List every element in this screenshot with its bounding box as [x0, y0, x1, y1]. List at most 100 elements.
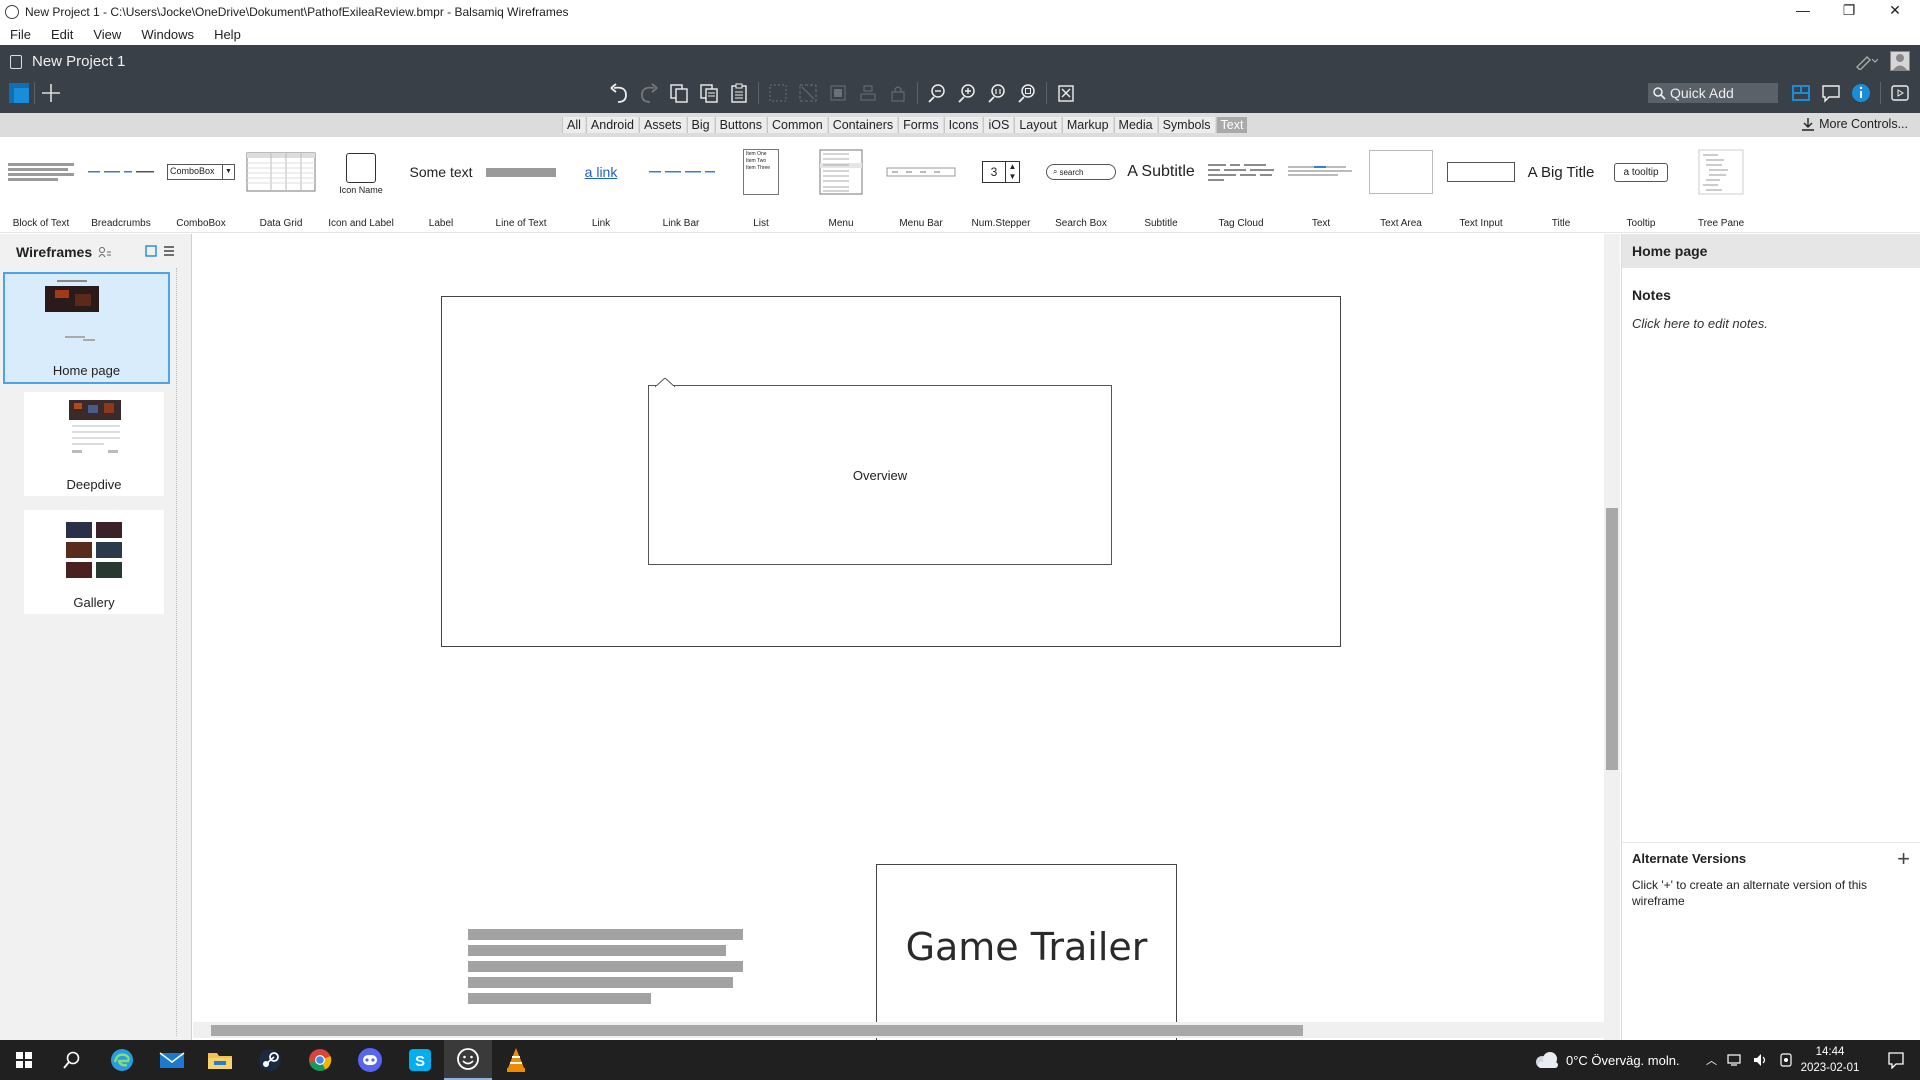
- menu-edit[interactable]: Edit: [41, 27, 83, 42]
- pencil-icon[interactable]: [1854, 52, 1878, 70]
- page-thumb-home[interactable]: Home page: [3, 272, 170, 384]
- lib-search-box[interactable]: ⌕ search Search Box: [1042, 147, 1120, 229]
- zoom-in-icon[interactable]: [955, 81, 979, 105]
- close-button[interactable]: ✕: [1872, 0, 1918, 23]
- lib-menu[interactable]: Menu: [802, 147, 880, 229]
- lib-subtitle[interactable]: A Subtitle Subtitle: [1122, 147, 1200, 229]
- category-icons[interactable]: Icons: [943, 117, 983, 133]
- duplicate-icon[interactable]: [667, 81, 691, 105]
- page-thumb-gallery[interactable]: Gallery: [24, 510, 164, 614]
- canvas-horizontal-scrollbar[interactable]: [193, 1022, 1604, 1038]
- wireframe-canvas[interactable]: Overview Game Trailer: [193, 234, 1603, 1040]
- device-icon[interactable]: [1779, 1053, 1793, 1067]
- lib-text-area[interactable]: Text Area: [1362, 147, 1440, 229]
- navigator-icon[interactable]: [1789, 81, 1813, 105]
- lib-link[interactable]: a link Link: [562, 147, 640, 229]
- discord-taskbar-button[interactable]: [346, 1040, 394, 1080]
- category-text[interactable]: Text: [1215, 117, 1248, 133]
- menu-help[interactable]: Help: [204, 27, 251, 42]
- lib-label-control[interactable]: Some text Label: [402, 147, 480, 229]
- lib-icon-and-label[interactable]: Icon Name Icon and Label: [322, 147, 400, 229]
- zoom-out-icon[interactable]: [925, 81, 949, 105]
- maximize-button[interactable]: ❐: [1826, 0, 1872, 23]
- category-forms[interactable]: Forms: [898, 117, 943, 133]
- lib-block-of-text[interactable]: Block of Text: [2, 147, 80, 229]
- steam-taskbar-button[interactable]: [246, 1040, 294, 1080]
- category-markup[interactable]: Markup: [1061, 117, 1113, 133]
- lib-link-bar[interactable]: Link Bar: [642, 147, 720, 229]
- category-big[interactable]: Big: [686, 117, 714, 133]
- category-ios[interactable]: iOS: [983, 117, 1014, 133]
- group-icon[interactable]: [766, 81, 790, 105]
- volume-icon[interactable]: [1753, 1053, 1769, 1067]
- list-view-icon[interactable]: [163, 245, 175, 257]
- add-alternate-icon[interactable]: +: [1897, 846, 1910, 872]
- menu-view[interactable]: View: [83, 27, 131, 42]
- minimize-button[interactable]: —: [1780, 0, 1826, 23]
- lib-tag-cloud[interactable]: Tag Cloud: [1202, 147, 1280, 229]
- lib-line-of-text[interactable]: Line of Text: [482, 147, 560, 229]
- scroll-thumb[interactable]: [1606, 508, 1618, 770]
- lib-text[interactable]: Text: [1282, 147, 1360, 229]
- zoom-fit-icon[interactable]: [1015, 81, 1039, 105]
- comments-icon[interactable]: [1819, 81, 1843, 105]
- notes-field[interactable]: Click here to edit notes.: [1632, 316, 1768, 331]
- mail-taskbar-button[interactable]: [148, 1040, 196, 1080]
- quick-add-input[interactable]: Quick Add: [1648, 83, 1778, 103]
- category-assets[interactable]: Assets: [639, 117, 686, 133]
- canvas-vertical-scrollbar[interactable]: [1604, 234, 1620, 1040]
- category-symbols[interactable]: Symbols: [1157, 117, 1215, 133]
- category-layout[interactable]: Layout: [1014, 117, 1061, 133]
- menu-file[interactable]: File: [0, 27, 41, 42]
- paste-icon[interactable]: [727, 81, 751, 105]
- balsamiq-taskbar-button[interactable]: [444, 1040, 492, 1080]
- explorer-taskbar-button[interactable]: [196, 1040, 244, 1080]
- edge-taskbar-button[interactable]: [98, 1040, 146, 1080]
- lib-menu-bar[interactable]: Menu Bar: [882, 147, 960, 229]
- lib-breadcrumbs[interactable]: Breadcrumbs: [82, 147, 160, 229]
- category-all[interactable]: All: [562, 117, 585, 133]
- user-avatar-icon[interactable]: [1890, 51, 1910, 71]
- page-thumb-deepdive[interactable]: Deepdive: [24, 392, 164, 496]
- notifications-button[interactable]: [1872, 1040, 1920, 1080]
- overview-tooltip-box[interactable]: Overview: [648, 378, 1112, 565]
- taskbar-clock[interactable]: 14:44 2023-02-01: [1795, 1044, 1865, 1076]
- search-button[interactable]: [48, 1040, 96, 1080]
- lib-combobox[interactable]: ComboBox ▼ ComboBox: [162, 147, 240, 229]
- more-controls-button[interactable]: More Controls...: [1801, 117, 1908, 131]
- chevron-up-icon[interactable]: ︿: [1706, 1052, 1717, 1068]
- category-common[interactable]: Common: [766, 117, 827, 133]
- align-icon[interactable]: [856, 81, 880, 105]
- category-buttons[interactable]: Buttons: [714, 117, 766, 133]
- lib-title[interactable]: A Big Title Title: [1522, 147, 1600, 230]
- weather-widget[interactable]: 0°C Överväg. moln.: [1534, 1040, 1680, 1080]
- lib-text-input[interactable]: Text Input: [1442, 147, 1520, 229]
- thumbnail-view-icon[interactable]: [145, 245, 157, 257]
- lib-tooltip[interactable]: a tooltip Tooltip: [1602, 147, 1680, 229]
- category-android[interactable]: Android: [585, 117, 638, 133]
- lock-icon[interactable]: [886, 81, 910, 105]
- start-button[interactable]: [0, 1040, 48, 1080]
- ungroup-icon[interactable]: [796, 81, 820, 105]
- wireframes-scrollbar[interactable]: [176, 268, 188, 1036]
- redo-icon[interactable]: [637, 81, 661, 105]
- menu-windows[interactable]: Windows: [131, 27, 204, 42]
- network-icon[interactable]: [1727, 1053, 1743, 1067]
- bring-front-icon[interactable]: [826, 81, 850, 105]
- undo-icon[interactable]: [607, 81, 631, 105]
- users-icon[interactable]: [98, 246, 112, 258]
- copy-icon[interactable]: [697, 81, 721, 105]
- chrome-taskbar-button[interactable]: [296, 1040, 344, 1080]
- category-media[interactable]: Media: [1113, 117, 1157, 133]
- lib-list[interactable]: Item One Item Two Item Three List: [722, 147, 800, 229]
- vlc-taskbar-button[interactable]: [492, 1040, 540, 1080]
- presentation-icon[interactable]: [1888, 81, 1912, 105]
- scroll-thumb[interactable]: [211, 1025, 1303, 1036]
- skype-taskbar-button[interactable]: S: [396, 1040, 444, 1080]
- delete-icon[interactable]: [1054, 81, 1078, 105]
- zoom-actual-icon[interactable]: [985, 81, 1009, 105]
- wireframes-view-icon[interactable]: [8, 82, 30, 104]
- lib-data-grid[interactable]: Data Grid: [242, 147, 320, 229]
- game-trailer-box[interactable]: Game Trailer: [876, 864, 1177, 1040]
- lib-num-stepper[interactable]: 3 ▲ ▼ Num.Stepper: [962, 147, 1040, 229]
